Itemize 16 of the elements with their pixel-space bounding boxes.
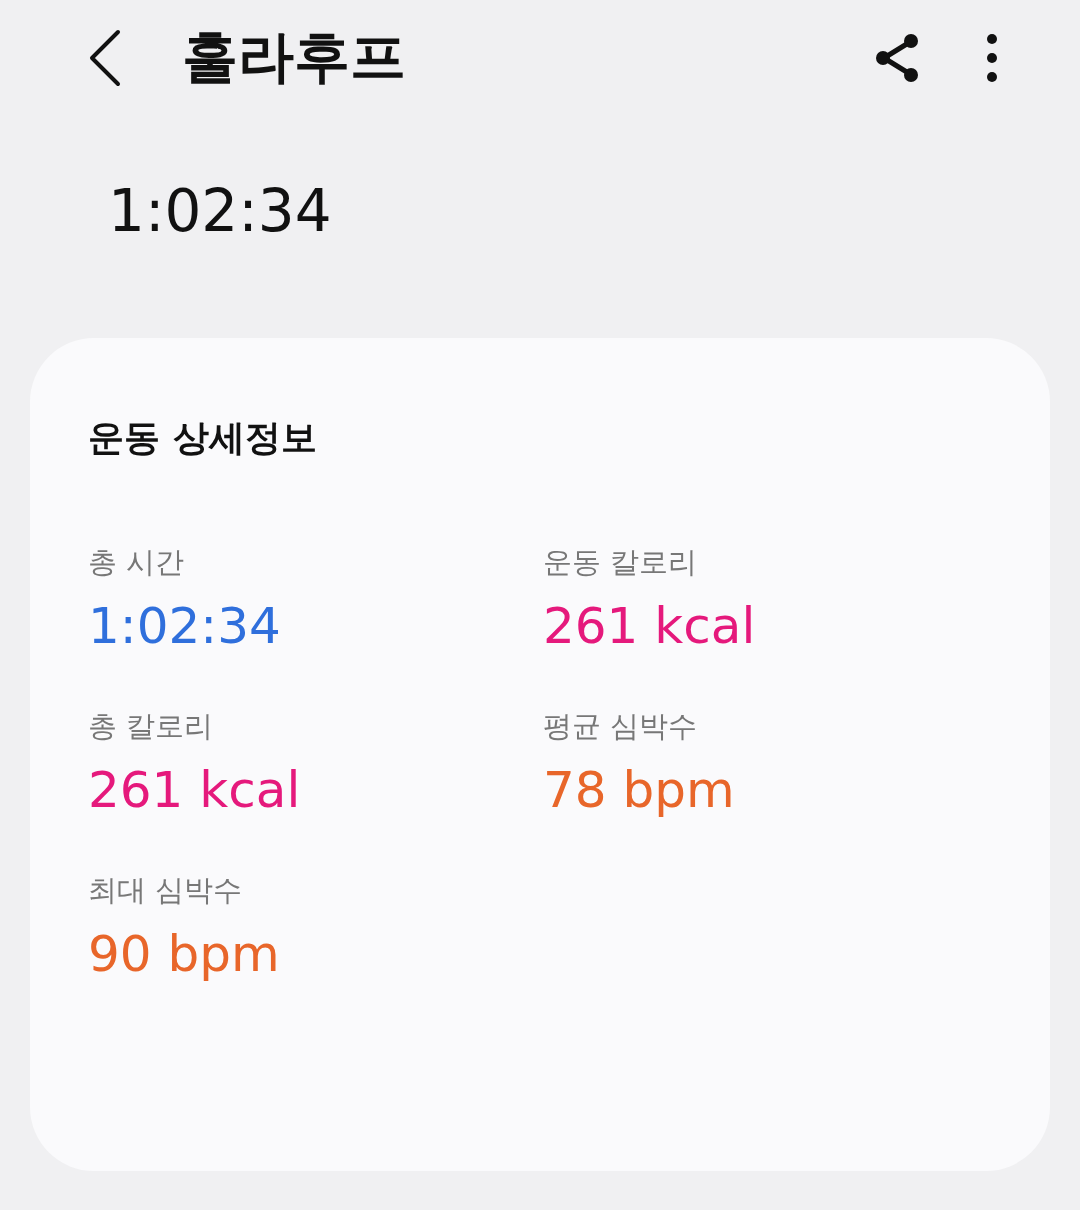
stat-value: 261 kcal xyxy=(88,760,301,819)
stat-label: 총 시간 xyxy=(88,543,185,581)
page-title: 훌라후프 xyxy=(182,23,406,91)
stat-value: 90 bpm xyxy=(88,924,280,983)
stat-label: 최대 심박수 xyxy=(88,871,243,909)
stat-label: 평균 심박수 xyxy=(543,707,698,745)
card-title: 운동 상세정보 xyxy=(88,415,318,460)
stat-value: 261 kcal xyxy=(543,596,756,655)
duration: 1:02:34 xyxy=(108,180,333,244)
stat-label: 총 칼로리 xyxy=(88,707,214,745)
more-icon[interactable] xyxy=(986,33,998,83)
stat-value: 1:02:34 xyxy=(88,596,281,655)
share-icon[interactable] xyxy=(874,33,920,83)
stat-label: 운동 칼로리 xyxy=(543,543,698,581)
stat-value: 78 bpm xyxy=(543,760,735,819)
back-icon[interactable] xyxy=(88,29,122,87)
